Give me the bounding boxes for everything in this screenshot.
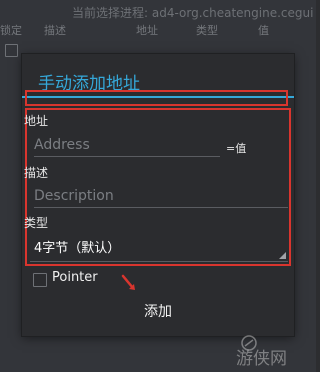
watermark-text: 游侠网 <box>236 349 287 369</box>
address-field[interactable] <box>34 134 220 157</box>
button-row: 添加 <box>22 292 294 332</box>
annotation-box-top <box>25 90 288 106</box>
pointer-label[interactable]: Pointer <box>52 270 98 285</box>
annotation-arrow-icon <box>121 274 135 290</box>
header-lock: 锁定 <box>0 24 22 37</box>
description-label: 描述 <box>24 166 49 180</box>
add-address-dialog: 手动添加地址 地址 =值 描述 类型 4字节（默认） Pointer 添 <box>22 54 294 336</box>
description-field[interactable] <box>34 185 288 208</box>
type-selected-value: 4字节（默认） <box>34 241 121 256</box>
address-input[interactable] <box>34 137 220 153</box>
add-button[interactable]: 添加 <box>126 300 190 324</box>
screen: 当前选择进程: ad4-org.cheatengine.cegui 锁定 描述 … <box>0 0 316 372</box>
value-suffix: =值 <box>226 142 247 155</box>
process-title: 当前选择进程: ad4-org.cheatengine.cegui <box>72 6 314 20</box>
header-value: 值 <box>258 24 269 37</box>
header-type: 类型 <box>196 24 218 37</box>
table-header: 锁定 描述 地址 类型 值 <box>0 22 316 37</box>
address-label: 地址 <box>24 114 49 128</box>
header-address: 地址 <box>136 24 158 37</box>
row-lock-checkbox[interactable] <box>5 44 18 57</box>
pointer-checkbox[interactable] <box>33 273 47 287</box>
description-input[interactable] <box>34 188 288 204</box>
dropdown-corner-icon <box>279 252 286 259</box>
type-select[interactable]: 4字节（默认） <box>30 229 288 262</box>
header-description: 描述 <box>44 24 66 37</box>
